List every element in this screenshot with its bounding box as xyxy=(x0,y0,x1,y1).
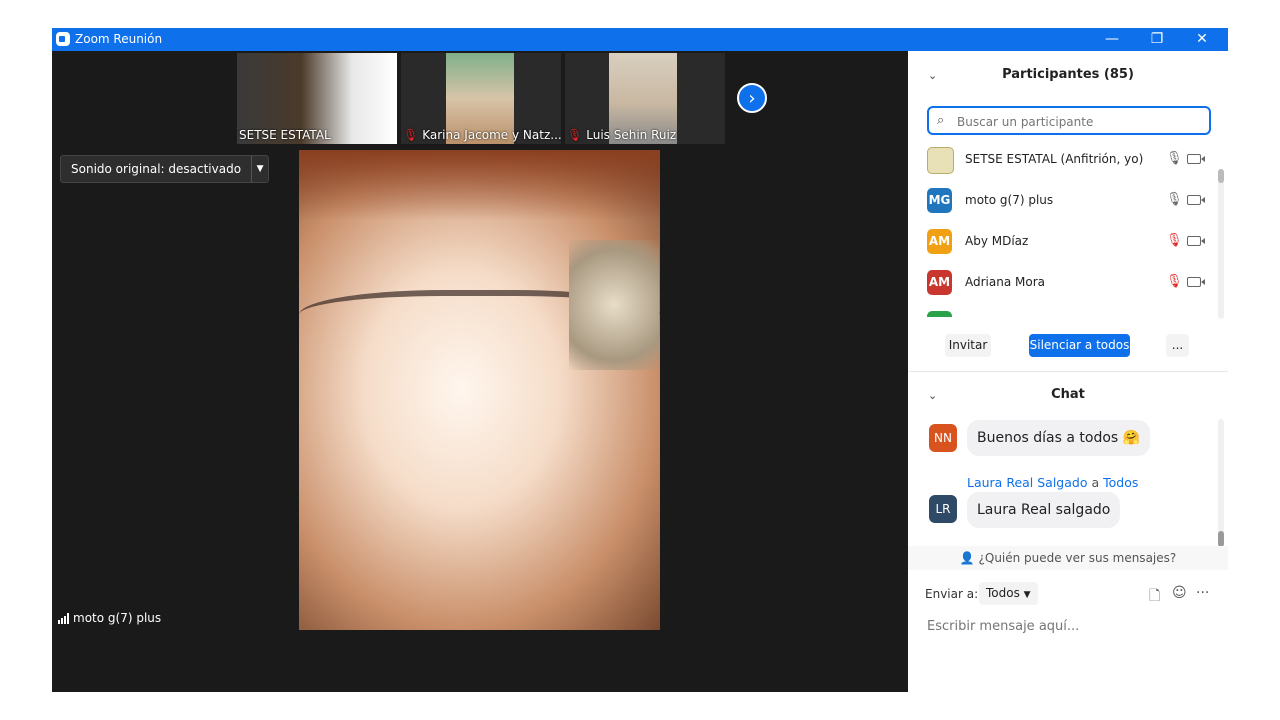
participant-scrollbar[interactable] xyxy=(1218,169,1224,319)
participant-name: Adriana Mora xyxy=(965,275,1045,289)
active-speaker-name: moto g(7) plus xyxy=(73,611,162,625)
next-page-button[interactable]: › xyxy=(737,83,767,113)
video-thumbnail[interactable]: 🎙 Luis Sehin Ruiz xyxy=(565,53,725,144)
active-speaker-video xyxy=(299,150,660,630)
search-icon: ⌕ xyxy=(937,113,945,128)
hugging-face-emoji: 🤗 xyxy=(1122,430,1141,446)
participants-header: ⌄ Participantes (85) xyxy=(908,65,1228,91)
chat-header: ⌄ Chat xyxy=(908,385,1228,411)
chevron-right-icon: › xyxy=(748,88,756,109)
participant-search[interactable]: ⌕ xyxy=(927,106,1211,135)
video-camera-icon[interactable] xyxy=(1187,277,1205,287)
participant-row[interactable]: SETSE ESTATAL (Anfitrión, yo) 🎙 xyxy=(908,145,1218,186)
chevron-down-icon: ▼ xyxy=(1023,590,1031,600)
recipient-name[interactable]: Todos xyxy=(1103,475,1138,490)
to-word: a xyxy=(1091,475,1100,490)
avatar xyxy=(927,147,954,174)
participant-list: SETSE ESTATAL (Anfitrión, yo) 🎙 MG moto … xyxy=(908,145,1218,317)
message-sender-line: Laura Real Salgado a Todos xyxy=(967,475,1138,490)
chat-title: Chat xyxy=(1051,387,1085,402)
message-visibility-info[interactable]: 👤 ¿Quién puede ver sus mensajes? xyxy=(908,546,1228,570)
participant-row[interactable] xyxy=(908,309,1218,317)
video-background xyxy=(299,150,660,220)
video-camera-icon[interactable] xyxy=(1187,154,1205,164)
avatar: AM xyxy=(927,229,952,254)
chat-message: Buenos días a todos 🤗 xyxy=(967,420,1151,456)
window-title: Zoom Reunión xyxy=(75,32,163,46)
visibility-text: ¿Quién puede ver sus mensajes? xyxy=(978,551,1177,565)
muted-mic-icon[interactable]: 🎙 xyxy=(1166,274,1183,289)
zoom-window: Zoom Reunión — ❐ ✕ SETSE ESTATAL 🎙 Karina… xyxy=(52,28,1228,692)
thumbnail-label: 🎙 Karina Jacome y Natz... xyxy=(403,128,561,142)
send-to-label: Enviar a: xyxy=(925,587,979,601)
video-camera-icon[interactable] xyxy=(1187,195,1205,205)
chevron-down-icon[interactable]: ▼ xyxy=(251,156,268,182)
participant-row[interactable]: AM Adriana Mora 🎙 xyxy=(908,268,1218,309)
mute-all-button[interactable]: Silenciar a todos xyxy=(1029,334,1130,357)
search-input[interactable] xyxy=(955,111,1199,132)
muted-mic-icon: 🎙 xyxy=(567,128,583,142)
muted-mic-icon[interactable]: 🎙 xyxy=(1166,233,1183,248)
participant-name: SETSE ESTATAL (Anfitrión, yo) xyxy=(965,152,1144,166)
minimize-button[interactable]: — xyxy=(1090,28,1134,51)
restore-button[interactable]: ❐ xyxy=(1135,28,1179,51)
chat-scrollbar[interactable] xyxy=(1218,419,1224,547)
video-area: SETSE ESTATAL 🎙 Karina Jacome y Natz... 🎙… xyxy=(52,51,908,692)
avatar: MG xyxy=(927,188,952,213)
mic-icon[interactable]: 🎙 xyxy=(1166,192,1183,207)
person-icon: 👤 xyxy=(959,551,975,565)
recipient-value: Todos xyxy=(986,586,1020,600)
signal-strength-icon xyxy=(58,612,69,624)
video-thumbnail[interactable]: 🎙 Karina Jacome y Natz... xyxy=(401,53,561,144)
invite-button[interactable]: Invitar xyxy=(945,334,991,357)
original-sound-toggle[interactable]: Sonido original: desactivado ▼ xyxy=(60,155,270,183)
thumbnail-strip: SETSE ESTATAL 🎙 Karina Jacome y Natz... 🎙… xyxy=(52,51,908,146)
chat-message-input[interactable] xyxy=(925,615,1219,637)
divider xyxy=(908,371,1228,372)
participant-name: Aby MDíaz xyxy=(965,234,1029,248)
scrollbar-thumb[interactable] xyxy=(1218,169,1224,183)
participant-row[interactable]: AM Aby MDíaz 🎙 xyxy=(908,227,1218,268)
original-sound-label: Sonido original: desactivado xyxy=(71,162,242,176)
file-icon[interactable]: 🗋 xyxy=(1149,585,1160,609)
message-text: Buenos días a todos xyxy=(977,430,1119,446)
participant-name: moto g(7) plus xyxy=(965,193,1054,207)
emoji-icon[interactable]: ☺ xyxy=(1172,585,1187,601)
recipient-dropdown[interactable]: Todos ▼ xyxy=(979,582,1038,605)
side-panel: ⌄ Participantes (85) ⌕ SETSE ESTATAL (An… xyxy=(908,51,1228,692)
avatar: LR xyxy=(929,495,957,523)
thumbnail-label: SETSE ESTATAL xyxy=(239,128,331,142)
mic-icon[interactable]: 🎙 xyxy=(1166,151,1183,166)
participants-title: Participantes (85) xyxy=(1002,67,1134,82)
more-options-button[interactable]: ... xyxy=(1166,334,1189,357)
decoration-shape xyxy=(569,240,659,370)
participant-row[interactable]: MG moto g(7) plus 🎙 xyxy=(908,186,1218,227)
thumbnail-label: 🎙 Luis Sehin Ruiz xyxy=(567,128,677,142)
avatar: AM xyxy=(927,270,952,295)
more-icon[interactable]: ··· xyxy=(1196,585,1209,601)
title-bar: Zoom Reunión — ❐ ✕ xyxy=(52,28,1228,51)
avatar: NN xyxy=(929,424,957,452)
close-button[interactable]: ✕ xyxy=(1180,28,1224,51)
muted-mic-icon: 🎙 xyxy=(403,128,419,142)
video-camera-icon[interactable] xyxy=(1187,236,1205,246)
active-speaker-label: moto g(7) plus xyxy=(54,608,166,628)
zoom-logo-icon xyxy=(56,32,70,46)
chat-message: Laura Real salgado xyxy=(967,492,1121,528)
scrollbar-thumb[interactable] xyxy=(1218,531,1224,547)
video-thumbnail[interactable]: SETSE ESTATAL xyxy=(237,53,397,144)
avatar xyxy=(927,311,952,317)
sender-name[interactable]: Laura Real Salgado xyxy=(967,475,1087,490)
